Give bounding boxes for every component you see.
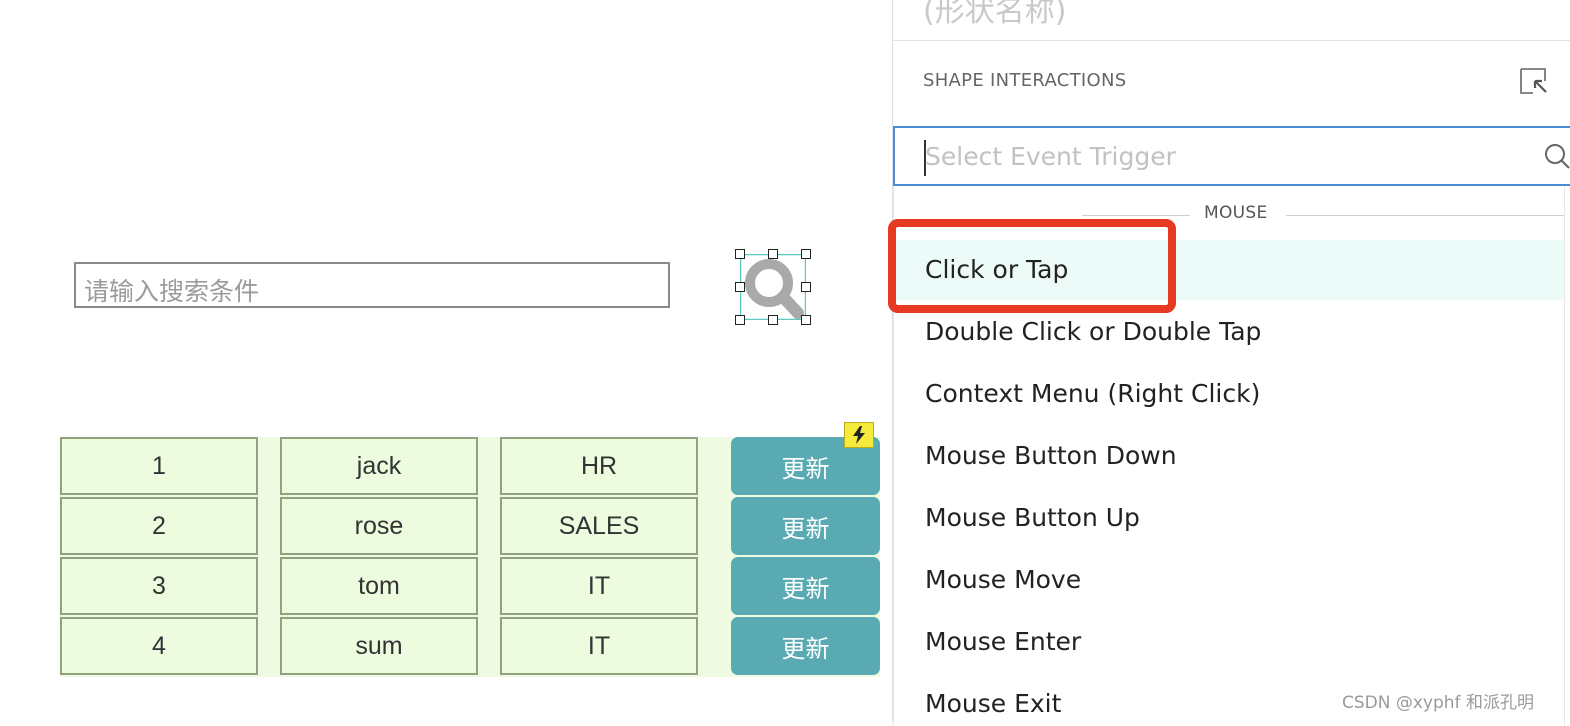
update-button[interactable]: 更新 <box>731 497 880 555</box>
table-cell-dept: IT <box>500 557 698 615</box>
shape-name-title: (形状名称) <box>923 0 1067 29</box>
event-trigger-placeholder: Select Event Trigger <box>925 142 1176 171</box>
resize-handle-right[interactable] <box>801 282 811 292</box>
search-input[interactable]: 请输入搜索条件 <box>74 262 670 308</box>
update-button[interactable]: 更新 <box>731 617 880 675</box>
resize-handle-top[interactable] <box>768 249 778 259</box>
magnifier-icon <box>740 254 806 320</box>
divider <box>1082 215 1190 216</box>
resize-handle-left[interactable] <box>735 282 745 292</box>
lightning-glyph <box>853 426 865 444</box>
watermark: CSDN @xyphf 和派孔明 <box>1342 693 1534 713</box>
table-cell-name: sum <box>280 617 478 675</box>
option-context-menu[interactable]: Context Menu (Right Click) <box>894 364 1564 424</box>
table-cell-name: tom <box>280 557 478 615</box>
event-trigger-input[interactable]: Select Event Trigger <box>893 126 1570 186</box>
magnifier-shape[interactable] <box>740 254 806 320</box>
table-cell-name: jack <box>280 437 478 495</box>
data-table: 1 jack HR 更新 2 rose SALES 更新 3 tom IT 更新… <box>60 437 880 677</box>
resize-handle-top-right[interactable] <box>801 249 811 259</box>
section-title: SHAPE INTERACTIONS <box>923 70 1127 91</box>
search-icon[interactable] <box>1543 142 1570 170</box>
table-cell-name: rose <box>280 497 478 555</box>
collapse-panel-icon[interactable] <box>1519 67 1549 95</box>
table-cell-dept: SALES <box>500 497 698 555</box>
update-button[interactable]: 更新 <box>731 557 880 615</box>
resize-handle-bottom[interactable] <box>768 315 778 325</box>
table-cell-dept: IT <box>500 617 698 675</box>
lightning-icon[interactable] <box>844 422 874 448</box>
design-canvas[interactable]: 请输入搜索条件 1 jack HR 更新 2 rose SALES 更新 3 t… <box>0 0 892 722</box>
option-mouse-move[interactable]: Mouse Move <box>894 550 1564 610</box>
resize-handle-top-left[interactable] <box>735 249 745 259</box>
highlight-annotation <box>888 219 1176 313</box>
group-label: MOUSE <box>1204 203 1268 223</box>
option-mouse-button-down[interactable]: Mouse Button Down <box>894 426 1564 486</box>
interactions-panel: (形状名称) SHAPE INTERACTIONS Select Event T… <box>892 0 1570 726</box>
option-mouse-enter[interactable]: Mouse Enter <box>894 612 1564 672</box>
divider <box>893 40 1570 41</box>
table-cell-id: 1 <box>60 437 258 495</box>
table-cell-id: 2 <box>60 497 258 555</box>
table-cell-dept: HR <box>500 437 698 495</box>
resize-handle-bottom-right[interactable] <box>801 315 811 325</box>
search-input-placeholder: 请输入搜索条件 <box>84 277 260 306</box>
option-mouse-button-up[interactable]: Mouse Button Up <box>894 488 1564 548</box>
resize-handle-bottom-left[interactable] <box>735 315 745 325</box>
table-cell-id: 4 <box>60 617 258 675</box>
divider <box>1286 215 1564 216</box>
table-cell-id: 3 <box>60 557 258 615</box>
